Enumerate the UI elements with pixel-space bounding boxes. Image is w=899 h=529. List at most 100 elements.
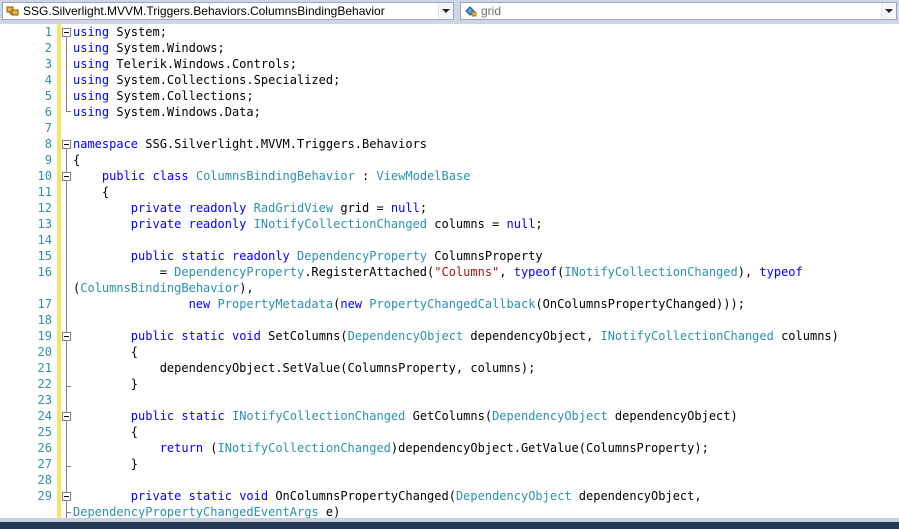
code-line[interactable]: 5 using System.Collections; xyxy=(0,88,899,104)
code-token: { xyxy=(73,185,110,199)
code-text: private static void OnColumnsPropertyCha… xyxy=(73,488,702,504)
line-number: 14 xyxy=(37,233,52,247)
code-token: ( xyxy=(203,441,218,455)
keyword-token: static xyxy=(181,409,225,423)
code-token: dependencyObject, xyxy=(571,489,702,503)
code-line[interactable]: 2 using System.Windows; xyxy=(0,40,899,56)
code-line[interactable]: 4 using System.Collections.Specialized; xyxy=(0,72,899,88)
code-line[interactable]: 29 private static void OnColumnsProperty… xyxy=(0,488,899,504)
keyword-token: private xyxy=(130,201,182,215)
type-token: DependencyProperty xyxy=(297,249,428,263)
type-token: ColumnsBindingBehavior xyxy=(195,169,355,183)
line-number: 13 xyxy=(37,217,52,231)
code-line[interactable]: 3 using Telerik.Windows.Controls; xyxy=(0,56,899,72)
code-token: OnColumnsPropertyChanged( xyxy=(268,489,456,503)
code-line[interactable]: 16 = DependencyProperty.RegisterAttached… xyxy=(0,264,899,280)
code-text: using System.Windows; xyxy=(73,40,225,56)
code-line[interactable]: 26 return (INotifyCollectionChanged)depe… xyxy=(0,440,899,456)
code-line[interactable]: 28 xyxy=(0,472,899,488)
type-token: DependencyObject xyxy=(492,409,608,423)
code-line[interactable]: 14 xyxy=(0,232,899,248)
horizontal-scrollbar[interactable] xyxy=(0,518,899,522)
keyword-token: class xyxy=(152,169,189,183)
line-number: 19 xyxy=(37,329,52,343)
code-line[interactable]: 22 } xyxy=(0,376,899,392)
code-line[interactable]: 18 xyxy=(0,312,899,328)
code-line[interactable]: 13 private readonly INotifyCollectionCha… xyxy=(0,216,899,232)
code-text: namespace SSG.Silverlight.MVVM.Triggers.… xyxy=(73,136,427,152)
code-token: SetColumns( xyxy=(260,329,348,343)
type-token: PropertyChangedCallback xyxy=(369,297,536,311)
code-line[interactable]: 27 } xyxy=(0,456,899,472)
code-text: } xyxy=(73,376,138,392)
line-number: 17 xyxy=(37,297,52,311)
code-text: public static void SetColumns(Dependency… xyxy=(73,328,839,344)
code-token: : xyxy=(354,169,377,183)
keyword-token: typeof xyxy=(513,265,558,279)
type-token: INotifyCollectionChanged xyxy=(600,329,774,343)
code-line[interactable]: (ColumnsBindingBehavior), xyxy=(0,280,899,296)
code-line[interactable]: 1 using System; xyxy=(0,24,899,40)
keyword-token: readonly xyxy=(188,201,247,215)
status-strip xyxy=(0,518,899,529)
code-token: { xyxy=(73,153,81,167)
chevron-down-icon[interactable] xyxy=(438,3,453,19)
type-token: DependencyObject xyxy=(455,489,572,503)
code-line[interactable]: 23 xyxy=(0,392,899,408)
code-line[interactable]: 19 public static void SetColumns(Depende… xyxy=(0,328,899,344)
keyword-token: private xyxy=(130,489,182,503)
code-text: public class ColumnsBindingBehavior : Vi… xyxy=(73,168,471,184)
code-text: private readonly INotifyCollectionChange… xyxy=(73,216,543,232)
code-line[interactable]: 6 using System.Windows.Data; xyxy=(0,104,899,120)
line-number: 7 xyxy=(44,121,52,135)
code-line[interactable]: 9{ xyxy=(0,152,899,168)
code-token: SSG.Silverlight.MVVM.Triggers.Behaviors xyxy=(138,137,428,151)
keyword-token: null xyxy=(506,217,536,231)
keyword-token: static xyxy=(181,249,225,263)
code-line[interactable]: 24 public static INotifyCollectionChange… xyxy=(0,408,899,424)
code-line[interactable]: 7 xyxy=(0,120,899,136)
code-text: public static readonly DependencyPropert… xyxy=(73,248,543,264)
line-number: 3 xyxy=(44,57,52,71)
line-number: 12 xyxy=(37,201,52,215)
line-number: 25 xyxy=(37,425,52,439)
line-number: 11 xyxy=(37,185,52,199)
code-line[interactable]: 21 dependencyObject.SetValue(ColumnsProp… xyxy=(0,360,899,376)
type-token: ColumnsBindingBehavior xyxy=(80,281,240,295)
member-dropdown-value: grid xyxy=(481,4,502,18)
code-text: { xyxy=(73,152,80,168)
code-line[interactable]: 12 private readonly RadGridView grid = n… xyxy=(0,200,899,216)
code-line[interactable]: 25 { xyxy=(0,424,899,440)
keyword-token: public xyxy=(130,329,175,343)
keyword-token: null xyxy=(390,201,420,215)
keyword-token: readonly xyxy=(188,217,247,231)
type-dropdown[interactable]: SSG.Silverlight.MVVM.Triggers.Behaviors.… xyxy=(2,2,454,20)
chevron-down-icon[interactable] xyxy=(881,3,896,19)
line-number: 8 xyxy=(44,137,52,151)
line-number: 5 xyxy=(44,89,52,103)
code-token: )dependencyObject.GetValue(ColumnsProper… xyxy=(390,441,709,455)
keyword-token: using xyxy=(73,25,110,39)
code-line[interactable]: 8 namespace SSG.Silverlight.MVVM.Triggers… xyxy=(0,136,899,152)
code-line[interactable]: 20 { xyxy=(0,344,899,360)
keyword-token: void xyxy=(231,329,261,343)
code-line[interactable]: 10 public class ColumnsBindingBehavior :… xyxy=(0,168,899,184)
code-line[interactable]: 11 { xyxy=(0,184,899,200)
code-line[interactable]: 17 new PropertyMetadata(new PropertyChan… xyxy=(0,296,899,312)
code-token: System.Collections.Specialized; xyxy=(109,73,341,87)
line-number: 28 xyxy=(37,473,52,487)
keyword-token: public xyxy=(101,169,146,183)
member-dropdown[interactable]: grid xyxy=(460,2,897,20)
code-line[interactable]: 15 public static readonly DependencyProp… xyxy=(0,248,899,264)
line-number: 1 xyxy=(44,25,52,39)
type-token: PropertyMetadata xyxy=(217,297,334,311)
code-editor[interactable]: 1 using System; 2 using System.Windows; 3 usi… xyxy=(0,24,899,519)
